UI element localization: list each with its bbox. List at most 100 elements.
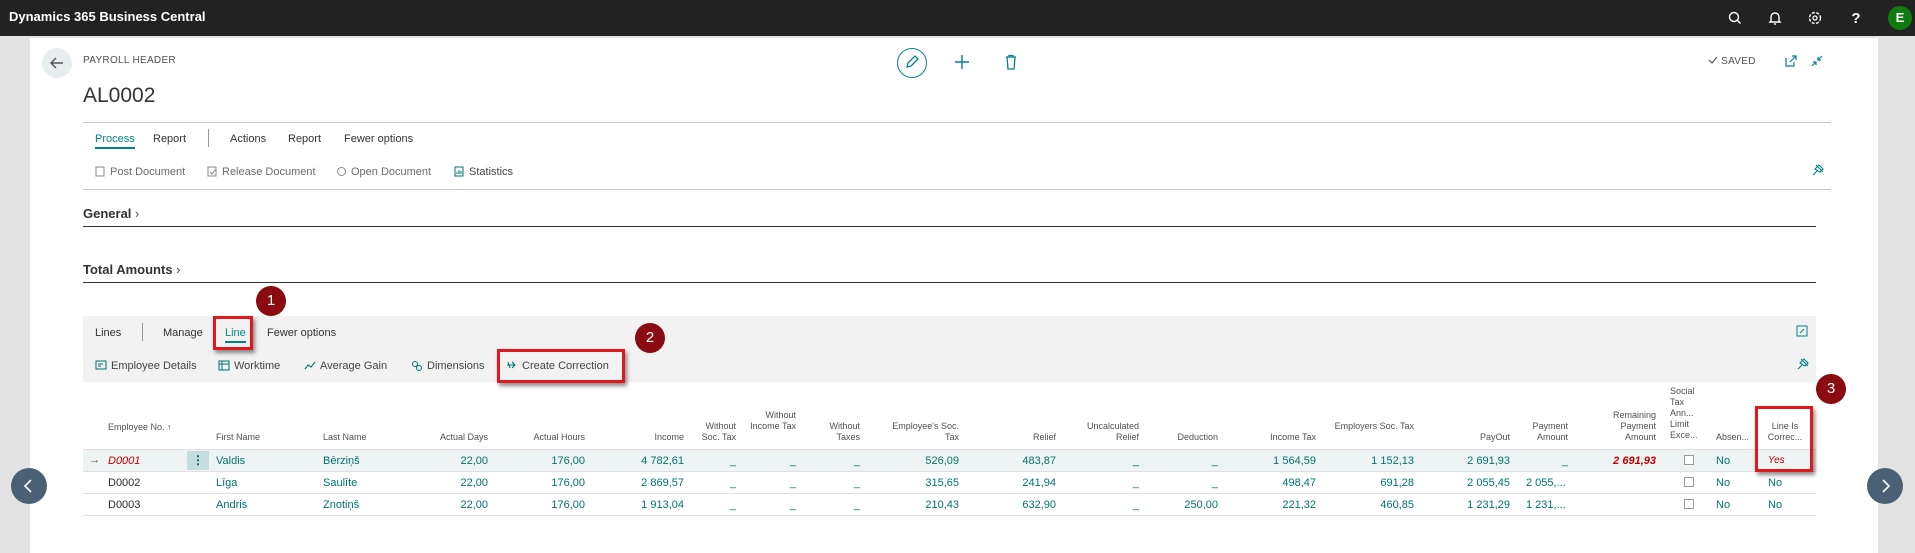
col-income-tax[interactable]: Income Tax xyxy=(1240,432,1316,443)
cell-employers-soc-tax[interactable]: 460,85 xyxy=(1330,499,1414,511)
cell-actual-hours[interactable]: 176,00 xyxy=(505,455,585,467)
cell-deduction[interactable]: _ xyxy=(1140,477,1218,489)
bell-icon[interactable] xyxy=(1765,8,1785,28)
tab-report-2[interactable]: Report xyxy=(288,133,321,145)
tab-lines-fewer-options[interactable]: Fewer options xyxy=(267,327,336,339)
cell-social-tax-checkbox[interactable] xyxy=(1684,499,1694,509)
post-document-button[interactable]: Post Document xyxy=(95,166,185,178)
open-new-window-icon[interactable] xyxy=(1784,54,1798,68)
cell-remaining-payment-amount[interactable]: 2 691,93 xyxy=(1590,455,1656,467)
cell-employees-soc-tax[interactable]: 315,65 xyxy=(877,477,959,489)
pin-icon[interactable] xyxy=(1796,357,1810,371)
cell-payment-amount[interactable]: _ xyxy=(1518,455,1568,467)
gear-icon[interactable] xyxy=(1805,8,1825,28)
col-last-name[interactable]: Last Name xyxy=(323,432,393,443)
plus-icon[interactable] xyxy=(953,53,971,71)
help-icon[interactable]: ? xyxy=(1846,8,1866,28)
user-avatar[interactable]: E xyxy=(1888,6,1912,30)
trash-icon[interactable] xyxy=(1002,53,1020,71)
col-employee-no[interactable]: Employee No. ↑ xyxy=(108,422,188,433)
pin-icon[interactable] xyxy=(1811,163,1825,177)
cell-relief[interactable]: 632,90 xyxy=(978,499,1056,511)
col-payment-amount[interactable]: Payment Amount xyxy=(1518,421,1568,443)
cell-actual-hours[interactable]: 176,00 xyxy=(505,499,585,511)
cell-without-soc-tax[interactable]: _ xyxy=(688,455,736,467)
cell-absence[interactable]: No xyxy=(1716,477,1730,489)
previous-record-button[interactable] xyxy=(11,468,47,504)
statistics-button[interactable]: Statistics xyxy=(454,166,513,178)
col-without-income-tax[interactable]: Without Income Tax xyxy=(748,410,796,432)
cell-absence[interactable]: No xyxy=(1716,499,1730,511)
open-document-button[interactable]: Open Document xyxy=(336,166,431,178)
cell-line-is-correction[interactable]: No xyxy=(1768,499,1782,511)
cell-absence[interactable]: No xyxy=(1716,455,1730,467)
employee-details-button[interactable]: Employee Details xyxy=(95,360,197,372)
cell-without-taxes[interactable]: _ xyxy=(812,455,860,467)
cell-employers-soc-tax[interactable]: 691,28 xyxy=(1330,477,1414,489)
cell-without-taxes[interactable]: _ xyxy=(812,477,860,489)
section-general[interactable]: General › xyxy=(83,206,139,221)
cell-line-is-correction[interactable]: No xyxy=(1768,477,1782,489)
cell-last-name[interactable]: Saulīte xyxy=(323,477,357,489)
col-first-name[interactable]: First Name xyxy=(216,432,286,443)
cell-income-tax[interactable]: 1 564,59 xyxy=(1240,455,1316,467)
expand-icon[interactable] xyxy=(1796,325,1808,337)
back-button[interactable] xyxy=(42,48,72,78)
col-absence[interactable]: Absen... xyxy=(1716,432,1754,443)
cell-employee-no[interactable]: D0002 xyxy=(108,477,140,489)
cell-uncalculated-relief[interactable]: _ xyxy=(1065,499,1139,511)
next-record-button[interactable] xyxy=(1867,468,1903,504)
collapse-icon[interactable] xyxy=(1810,54,1824,68)
edit-button[interactable] xyxy=(897,48,927,78)
col-uncalculated-relief[interactable]: Uncalculated Relief xyxy=(1065,421,1139,443)
cell-employee-no[interactable]: D0001 xyxy=(108,455,140,467)
col-employees-soc-tax[interactable]: Employee's Soc. Tax xyxy=(877,421,959,443)
tab-fewer-options[interactable]: Fewer options xyxy=(344,133,413,145)
cell-employers-soc-tax[interactable]: 1 152,13 xyxy=(1330,455,1414,467)
col-payout[interactable]: PayOut xyxy=(1430,432,1510,443)
col-remaining-payment-amount[interactable]: Remaining Payment Amount xyxy=(1590,410,1656,443)
cell-income[interactable]: 2 869,57 xyxy=(604,477,684,489)
cell-actual-days[interactable]: 22,00 xyxy=(408,499,488,511)
cell-first-name[interactable]: Valdis xyxy=(216,455,245,467)
col-employers-soc-tax[interactable]: Employers Soc. Tax xyxy=(1330,421,1414,432)
cell-social-tax-checkbox[interactable] xyxy=(1684,477,1694,487)
cell-employees-soc-tax[interactable]: 526,09 xyxy=(877,455,959,467)
tab-actions[interactable]: Actions xyxy=(230,133,266,145)
cell-last-name[interactable]: Bērziņš xyxy=(323,455,360,467)
col-without-soc-tax[interactable]: Without Soc. Tax xyxy=(688,421,736,443)
cell-employees-soc-tax[interactable]: 210,43 xyxy=(877,499,959,511)
col-actual-hours[interactable]: Actual Hours xyxy=(505,432,585,443)
search-icon[interactable] xyxy=(1725,8,1745,28)
worktime-button[interactable]: Worktime xyxy=(218,360,280,372)
col-relief[interactable]: Relief xyxy=(978,432,1056,443)
cell-income[interactable]: 4 782,61 xyxy=(604,455,684,467)
cell-payout[interactable]: 2 055,45 xyxy=(1430,477,1510,489)
cell-relief[interactable]: 483,87 xyxy=(978,455,1056,467)
col-actual-days[interactable]: Actual Days xyxy=(408,432,488,443)
release-document-button[interactable]: Release Document xyxy=(207,166,316,178)
average-gain-button[interactable]: Average Gain xyxy=(304,360,387,372)
col-deduction[interactable]: Deduction xyxy=(1140,432,1218,443)
cell-without-soc-tax[interactable]: _ xyxy=(688,477,736,489)
cell-income-tax[interactable]: 221,32 xyxy=(1240,499,1316,511)
cell-payment-amount[interactable]: 2 055,... xyxy=(1526,477,1566,489)
cell-without-taxes[interactable]: _ xyxy=(812,499,860,511)
cell-income-tax[interactable]: 498,47 xyxy=(1240,477,1316,489)
cell-relief[interactable]: 241,94 xyxy=(978,477,1056,489)
cell-without-income-tax[interactable]: _ xyxy=(748,455,796,467)
cell-social-tax-checkbox[interactable] xyxy=(1684,455,1694,465)
row-actions-menu[interactable]: ⋮ xyxy=(187,451,209,470)
cell-actual-hours[interactable]: 176,00 xyxy=(505,477,585,489)
section-total-amounts[interactable]: Total Amounts › xyxy=(83,262,181,277)
cell-first-name[interactable]: Andris xyxy=(216,499,247,511)
cell-without-soc-tax[interactable]: _ xyxy=(688,499,736,511)
cell-payout[interactable]: 1 231,29 xyxy=(1430,499,1510,511)
cell-first-name[interactable]: Līga xyxy=(216,477,237,489)
cell-without-income-tax[interactable]: _ xyxy=(748,477,796,489)
cell-payment-amount[interactable]: 1 231,... xyxy=(1526,499,1566,511)
cell-actual-days[interactable]: 22,00 xyxy=(408,455,488,467)
cell-uncalculated-relief[interactable]: _ xyxy=(1065,477,1139,489)
tab-report[interactable]: Report xyxy=(153,133,186,145)
tab-process[interactable]: Process xyxy=(95,133,135,149)
